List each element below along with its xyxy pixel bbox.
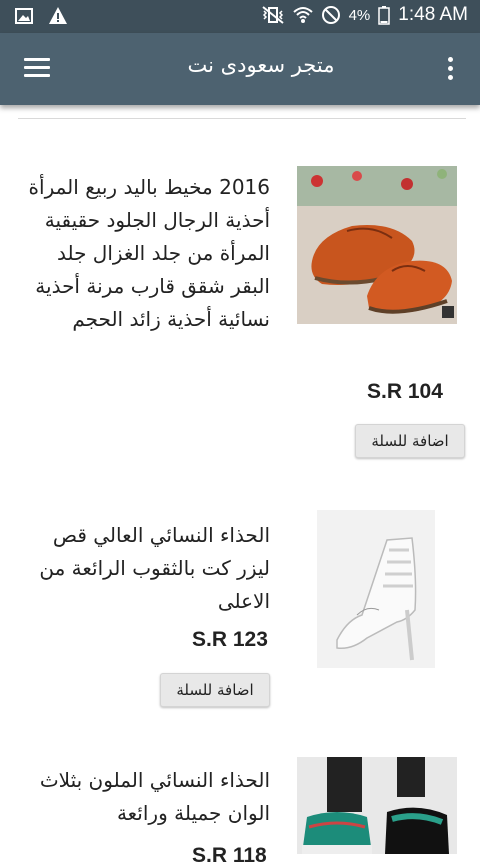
product-title[interactable]: الحذاء النسائي الملون بثلاث الوان جميلة … xyxy=(25,764,270,830)
product-price: S.R 104 xyxy=(367,380,443,403)
warning-icon xyxy=(49,7,67,24)
product-image[interactable] xyxy=(297,757,457,854)
loafer-shoes-image xyxy=(297,166,457,324)
do-not-disturb-icon xyxy=(321,6,340,24)
app-title: متجر سعودى نت xyxy=(187,53,335,77)
add-to-cart-button[interactable]: اضافة للسلة xyxy=(355,424,465,458)
battery-percent: 4% xyxy=(348,6,371,24)
product-title[interactable]: الحذاء النسائي العالي قص ليزر كت بالثقوب… xyxy=(25,519,270,618)
product-title[interactable]: 2016 مخيط باليد ربيع المرأة أحذية الرجال… xyxy=(25,171,270,336)
clock-time: 1:48 AM xyxy=(398,4,468,25)
status-bar: 4% 1:48 AM xyxy=(0,0,480,33)
colorful-shoe-image xyxy=(297,757,457,854)
app-bar: متجر سعودى نت xyxy=(0,33,480,105)
wifi-icon xyxy=(292,7,313,23)
product-price: S.R 123 xyxy=(192,628,268,651)
product-image[interactable] xyxy=(317,510,435,668)
divider xyxy=(18,118,466,119)
product-price: S.R 118 xyxy=(192,844,267,867)
battery-icon xyxy=(378,6,391,25)
vibrate-mute-icon xyxy=(261,6,284,24)
overflow-menu-icon[interactable] xyxy=(448,57,454,83)
product-image[interactable] xyxy=(297,166,457,324)
white-heel-image xyxy=(317,510,435,668)
image-notification-icon xyxy=(15,8,33,24)
add-to-cart-button[interactable]: اضافة للسلة xyxy=(160,673,270,707)
